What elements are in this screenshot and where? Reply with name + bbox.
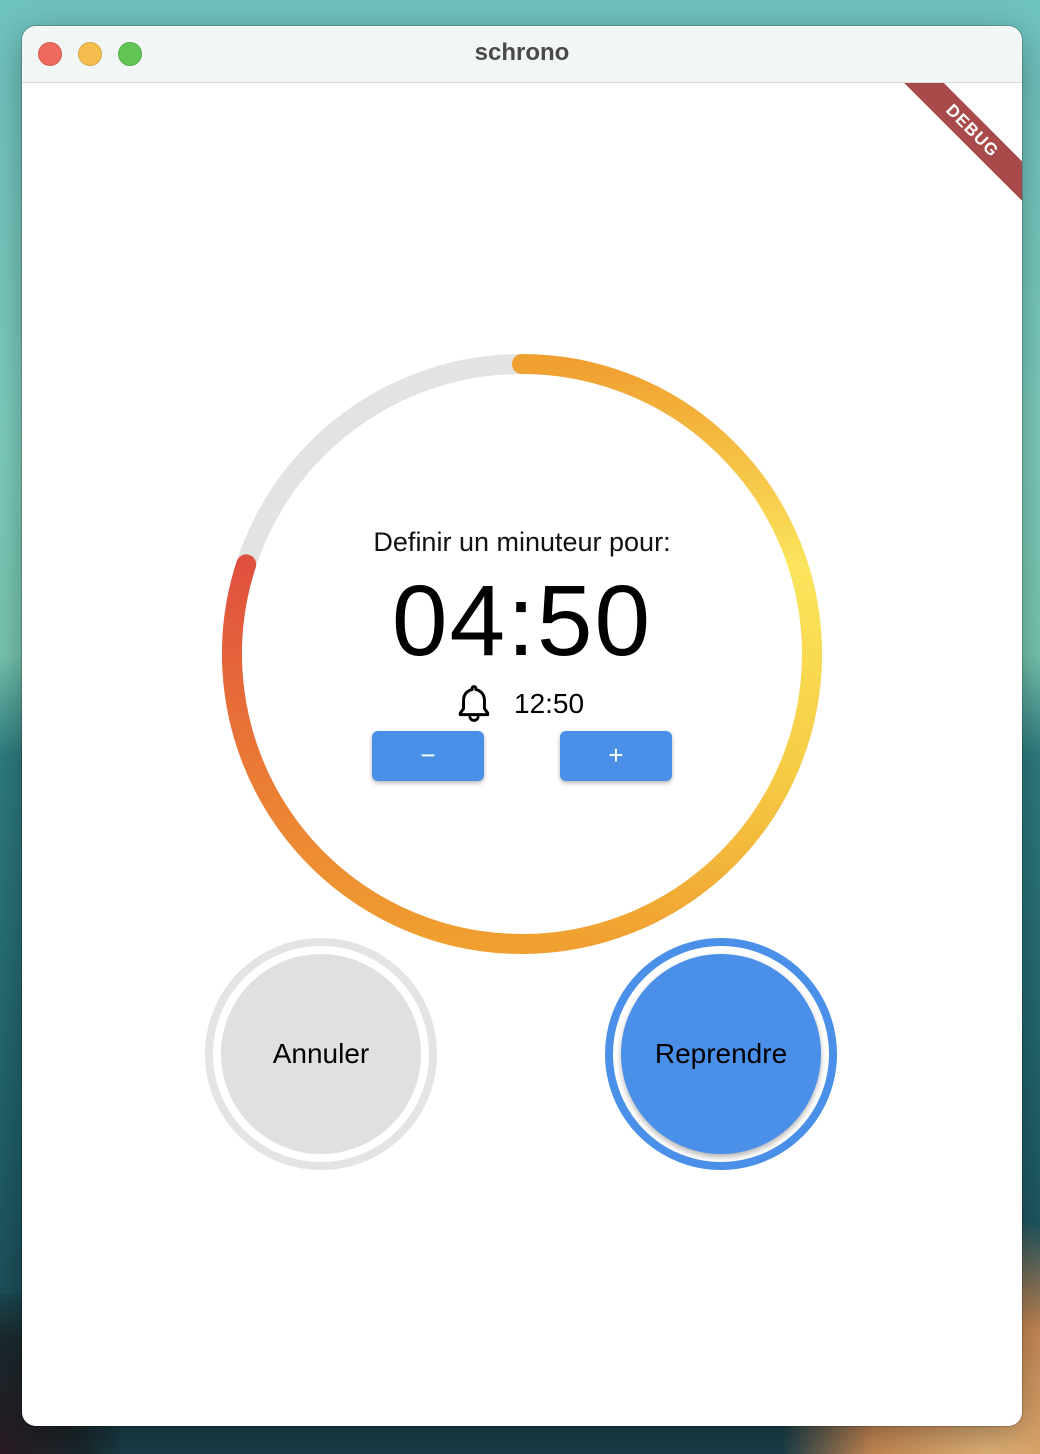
timer-remaining-display: 04:50 bbox=[391, 565, 653, 677]
timer-prompt-label: Definir un minuteur pour: bbox=[373, 527, 671, 557]
cancel-button-label[interactable]: Annuler bbox=[221, 954, 421, 1154]
timer-progress-ring bbox=[222, 354, 822, 954]
decrease-time-button[interactable]: − bbox=[372, 731, 484, 781]
resume-button[interactable]: Reprendre bbox=[605, 938, 837, 1170]
bell-icon bbox=[458, 685, 490, 722]
app-content: DEBUG Definir un minuteur pour: 04:50 12… bbox=[22, 83, 1022, 1426]
resume-button-label[interactable]: Reprendre bbox=[621, 954, 821, 1154]
window-title: schrono bbox=[474, 39, 570, 66]
cancel-button[interactable]: Annuler bbox=[205, 938, 437, 1170]
alarm-time-row: 12:50 bbox=[452, 679, 584, 729]
title-bar[interactable]: schrono bbox=[22, 26, 1022, 83]
increase-time-button[interactable]: + bbox=[560, 731, 672, 781]
app-window: schrono DEBUG Definir un minuteur pour: … bbox=[22, 26, 1022, 1426]
alarm-time-label: 12:50 bbox=[514, 688, 585, 719]
